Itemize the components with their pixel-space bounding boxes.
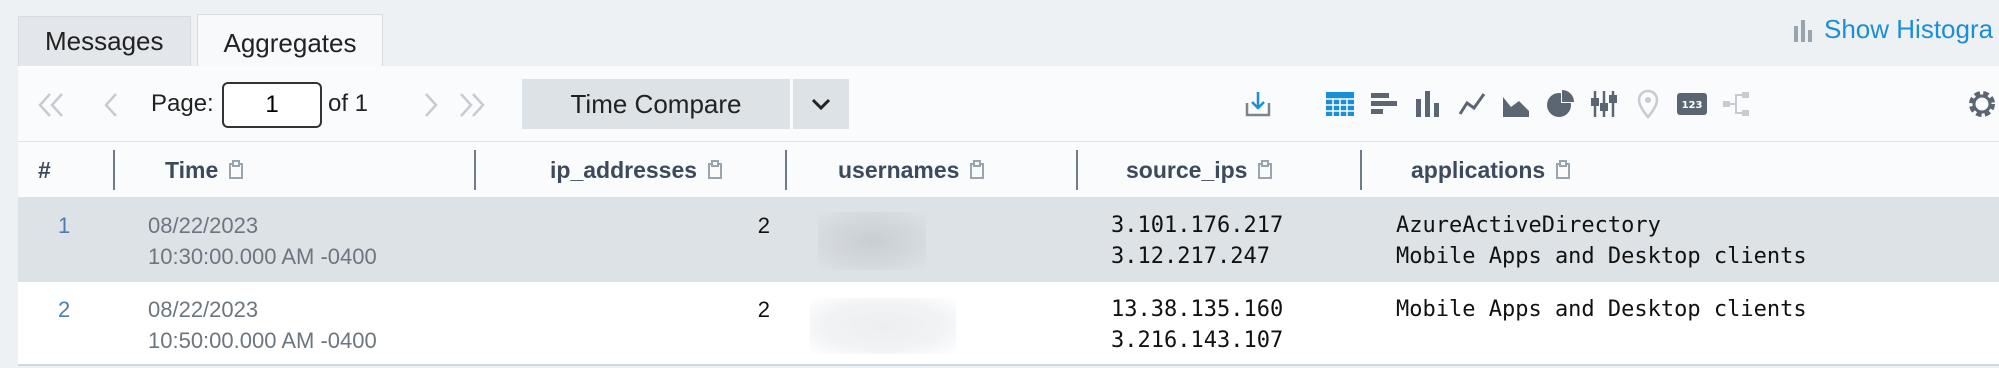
ip-addresses-cell: 2 [757,213,770,238]
application: Mobile Apps and Desktop clients [1396,297,1807,322]
source-ip: 3.101.176.217 [1111,213,1284,238]
redacted-username [818,212,926,270]
copy-icon[interactable] [969,160,987,180]
column-resize-handle[interactable] [1360,150,1362,190]
copy-icon[interactable] [228,160,246,180]
copy-icon[interactable] [707,160,725,180]
time-date: 08/22/2023 [148,213,259,238]
column-chart-button[interactable] [1410,86,1446,122]
bar-chart-icon [1371,93,1397,114]
copy-icon[interactable] [1257,160,1275,180]
next-page-button[interactable] [414,88,448,122]
source-ips-cell: 13.38.135.160 3.216.143.107 [1111,294,1283,356]
time-compare-dropdown[interactable] [793,79,849,129]
flow-view-button[interactable] [1718,86,1754,122]
time-date: 08/22/2023 [148,297,259,322]
line-chart-icon [1458,93,1486,115]
page-number-input[interactable] [222,82,322,128]
source-ip: 13.38.135.160 [1111,297,1284,322]
table-header: # Time ip_addresses usernames source_ips… [18,142,1999,198]
table-row[interactable]: 2 08/22/2023 10:50:00.000 AM -0400 2 13.… [18,282,1999,366]
double-chevron-right-icon [460,93,485,117]
show-histogram-label: Show Histogra [1824,14,1994,44]
box-plot-icon [1591,91,1617,117]
page-count-label: of 1 [328,90,369,117]
single-value-button[interactable]: 123 [1674,86,1710,122]
column-resize-handle[interactable] [785,150,787,190]
column-chart-icon [1416,91,1439,117]
pie-chart-button[interactable] [1542,86,1578,122]
tab-aggregates[interactable]: Aggregates [196,14,384,66]
table-row[interactable]: 1 08/22/2023 10:30:00.000 AM -0400 2 3.1… [18,198,1999,282]
first-page-button[interactable] [34,88,68,122]
table-view-button[interactable] [1322,86,1358,122]
applications-cell: Mobile Apps and Desktop clients [1396,294,1807,325]
area-chart-icon [1503,97,1529,117]
column-header-applications[interactable]: applications [1411,142,1573,198]
pie-chart-icon [1547,90,1574,117]
last-page-button[interactable] [455,88,489,122]
chevron-left-icon [104,93,117,117]
time-cell: 08/22/2023 10:30:00.000 AM -0400 [148,210,377,272]
redacted-username [810,298,956,354]
line-chart-button[interactable] [1454,86,1490,122]
settings-icon [1969,91,1995,117]
settings-button[interactable] [1964,86,1999,122]
application: AzureActiveDirectory [1396,213,1661,238]
table-icon [1326,92,1354,116]
row-number: 1 [58,213,71,238]
source-ip: 3.216.143.107 [1111,328,1284,353]
prev-page-button[interactable] [94,88,128,122]
tab-messages[interactable]: Messages [18,16,191,66]
copy-icon[interactable] [1555,160,1573,180]
box-plot-button[interactable] [1586,86,1622,122]
bar-chart-button[interactable] [1366,86,1402,122]
column-header-number: # [38,156,51,183]
page-label: Page: [151,90,214,117]
time-clock: 10:50:00.000 AM -0400 [148,328,377,353]
time-clock: 10:30:00.000 AM -0400 [148,244,377,269]
download-button[interactable] [1240,86,1276,122]
map-pin-icon [1637,89,1659,119]
column-resize-handle[interactable] [113,150,115,190]
time-cell: 08/22/2023 10:50:00.000 AM -0400 [148,294,377,356]
histogram-icon [1794,19,1812,42]
map-view-button[interactable] [1630,86,1666,122]
chevron-right-icon [425,93,438,117]
column-header-ip-addresses[interactable]: ip_addresses [550,142,725,198]
number-icon: 123 [1677,93,1707,115]
ip-addresses-cell: 2 [757,297,770,322]
application: Mobile Apps and Desktop clients [1396,244,1807,269]
column-resize-handle[interactable] [1076,150,1078,190]
column-resize-handle[interactable] [474,150,476,190]
svg-text:123: 123 [1682,100,1703,111]
area-chart-button[interactable] [1498,86,1534,122]
time-compare-button[interactable]: Time Compare [522,79,790,129]
download-icon [1245,92,1271,117]
applications-cell: AzureActiveDirectory Mobile Apps and Des… [1396,210,1807,272]
chevron-down-icon [811,98,831,111]
source-ip: 3.12.217.247 [1111,244,1270,269]
row-number: 2 [58,297,71,322]
show-histogram-link[interactable]: Show Histogra [1792,14,1993,45]
source-ips-cell: 3.101.176.217 3.12.217.247 [1111,210,1283,272]
flow-icon [1723,92,1749,116]
result-tabs: Messages Aggregates [18,14,389,66]
column-header-source-ips[interactable]: source_ips [1126,142,1275,198]
pagination-toolbar: Page: of 1 Time Compare 123 [18,66,1999,142]
double-chevron-left-icon [38,93,63,117]
column-header-usernames[interactable]: usernames [838,142,987,198]
column-header-time[interactable]: Time [165,142,246,198]
